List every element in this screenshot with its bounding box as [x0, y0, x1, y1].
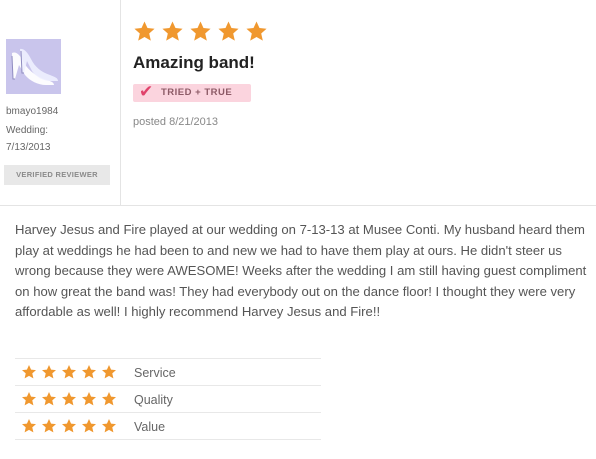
rating-row-value: Value: [15, 412, 321, 440]
tried-and-true-badge: ✔ TRIED + TRUE: [133, 82, 251, 102]
tried-and-true-label: TRIED + TRUE: [161, 87, 233, 98]
star-icon: [102, 365, 116, 379]
star-icon: [82, 392, 96, 406]
reviewer-username[interactable]: bmayo1984: [6, 106, 58, 118]
star-icon: [22, 392, 36, 406]
rating-label-value: Value: [134, 420, 166, 434]
value-rating-stars: [21, 418, 117, 434]
star-icon: [218, 21, 239, 41]
rating-row-quality: Quality: [15, 385, 321, 412]
star-icon: [62, 365, 76, 379]
star-icon: [190, 21, 211, 41]
star-icon: [62, 392, 76, 406]
quality-rating-stars: [21, 391, 117, 407]
rating-row-service: Service: [15, 358, 321, 385]
overall-rating-stars: [133, 20, 268, 43]
category-ratings: Service Quality Value: [15, 358, 321, 440]
reviewer-sidebar: bmayo1984 Wedding: 7/13/2013 VERIFIED RE…: [0, 0, 121, 205]
wedding-label: Wedding:: [6, 125, 49, 136]
star-icon: [42, 392, 56, 406]
avatar[interactable]: [6, 39, 61, 94]
star-icon: [102, 392, 116, 406]
star-icon: [82, 419, 96, 433]
star-icon: [102, 419, 116, 433]
checkmark-icon: ✔: [139, 82, 154, 101]
posted-date: posted 8/21/2013: [133, 116, 219, 128]
verified-reviewer-badge: VERIFIED REVIEWER: [4, 165, 110, 185]
wedding-date: 7/13/2013: [6, 142, 51, 153]
star-icon: [134, 21, 155, 41]
review-body: Harvey Jesus and Fire played at our wedd…: [15, 222, 587, 319]
rating-label-quality: Quality: [134, 393, 173, 407]
divider: [0, 205, 596, 206]
review-title: Amazing band!: [133, 53, 255, 72]
star-icon: [22, 365, 36, 379]
rating-label-service: Service: [134, 366, 176, 380]
service-rating-stars: [21, 364, 117, 380]
star-icon: [42, 419, 56, 433]
star-icon: [246, 21, 267, 41]
star-icon: [62, 419, 76, 433]
star-icon: [42, 365, 56, 379]
star-icon: [162, 21, 183, 41]
star-icon: [82, 365, 96, 379]
star-icon: [22, 419, 36, 433]
high-heel-shoe-icon: [6, 39, 61, 94]
